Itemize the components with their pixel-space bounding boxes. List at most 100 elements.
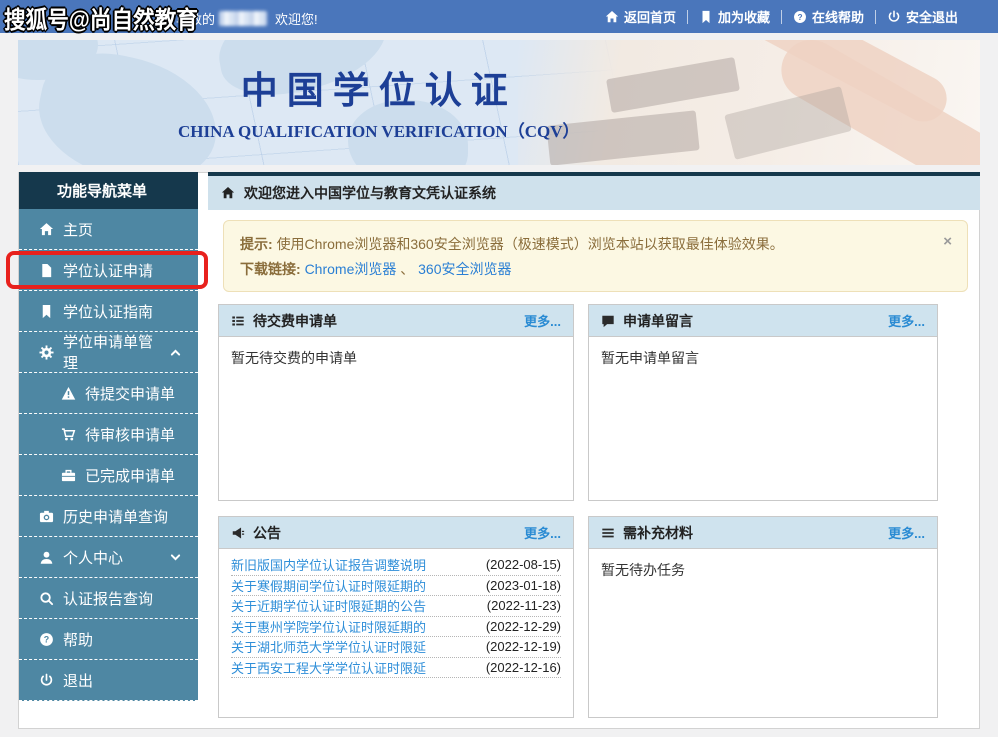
- announcement-date: (2022-11-23): [487, 598, 561, 613]
- gear-icon: [39, 345, 54, 360]
- sidebar-header: 功能导航菜单: [19, 172, 198, 209]
- more-link[interactable]: 更多...: [888, 311, 925, 330]
- chevron-down-icon: [169, 551, 182, 564]
- safe-logout-link[interactable]: 安全退出: [887, 7, 958, 26]
- site-banner: 中国学位认证 CHINA QUALIFICATION VERIFICATION（…: [18, 40, 980, 165]
- chevron-up-icon: [169, 346, 182, 359]
- 360-download-link[interactable]: 360安全浏览器: [418, 261, 511, 277]
- add-favorite-link[interactable]: 加为收藏: [699, 7, 770, 26]
- chrome-download-link[interactable]: Chrome浏览器: [305, 261, 397, 277]
- help-circle-icon: ?: [39, 632, 54, 647]
- menu-divider: [875, 10, 876, 24]
- announcement-link[interactable]: 关于西安工程大学学位认证时限延: [231, 658, 426, 677]
- panel-application-messages: 申请单留言 更多... 暂无申请单留言: [588, 304, 938, 501]
- sidebar-item-completed[interactable]: 已完成申请单: [19, 455, 198, 496]
- sidebar-item-degree-application[interactable]: 学位认证申请: [19, 250, 198, 291]
- home-icon: [39, 222, 54, 237]
- panel-pending-payment: 待交费申请单 更多... 暂无待交费的申请单: [218, 304, 574, 501]
- home-icon: [221, 186, 235, 200]
- more-link[interactable]: 更多...: [524, 311, 561, 330]
- browser-notice: 提示: 使用Chrome浏览器和360安全浏览器（极速模式）浏览本站以获取最佳体…: [223, 220, 968, 292]
- announcement-row: 关于湖北师范大学学位认证时限延 (2022-12-19): [231, 637, 561, 658]
- content-container: 功能导航菜单 主页 学位认证申请 学位认证指南 学位申请单管理 待提交申请单 待…: [18, 172, 980, 729]
- sidebar: 功能导航菜单 主页 学位认证申请 学位认证指南 学位申请单管理 待提交申请单 待…: [19, 172, 198, 701]
- announcement-date: (2022-12-19): [486, 639, 561, 654]
- site-title: 中国学位认证: [18, 60, 740, 114]
- announcement-link[interactable]: 新旧版国内学位认证报告调整说明: [231, 555, 426, 574]
- sidebar-item-logout[interactable]: 退出: [19, 660, 198, 701]
- justify-icon: [601, 526, 615, 540]
- sidebar-item-personal-center[interactable]: 个人中心: [19, 537, 198, 578]
- panel-announcements: 公告 更多... 新旧版国内学位认证报告调整说明 (2022-08-15) 关于…: [218, 516, 574, 718]
- announcement-list: 新旧版国内学位认证报告调整说明 (2022-08-15) 关于寒假期间学位认证时…: [219, 549, 573, 717]
- panel-header: 公告 更多...: [219, 517, 573, 549]
- sidebar-item-report-query[interactable]: 认证报告查询: [19, 578, 198, 619]
- announcement-row: 关于西安工程大学学位认证时限延 (2022-12-16): [231, 658, 561, 679]
- home-icon: [605, 10, 619, 24]
- sidebar-item-history-query[interactable]: 历史申请单查询: [19, 496, 198, 537]
- more-link[interactable]: 更多...: [524, 523, 561, 542]
- panel-header: 待交费申请单 更多...: [219, 305, 573, 337]
- announcement-link[interactable]: 关于惠州学院学位认证时限延期的: [231, 617, 426, 636]
- user-icon: [39, 550, 54, 565]
- notice-line1: 提示: 使用Chrome浏览器和360安全浏览器（极速模式）浏览本站以获取最佳体…: [240, 232, 951, 257]
- list-icon: [231, 314, 245, 328]
- warning-icon: [61, 386, 76, 401]
- camera-icon: [39, 509, 54, 524]
- panel-supplementary-materials: 需补充材料 更多... 暂无待办任务: [588, 516, 938, 718]
- sidebar-item-home[interactable]: 主页: [19, 209, 198, 250]
- menu-divider: [781, 10, 782, 24]
- comment-icon: [601, 314, 615, 328]
- panel-header: 需补充材料 更多...: [589, 517, 937, 549]
- menu-divider: [687, 10, 688, 24]
- announcement-date: (2023-01-18): [486, 578, 561, 593]
- announcement-date: (2022-12-16): [486, 660, 561, 675]
- more-link[interactable]: 更多...: [888, 523, 925, 542]
- cart-icon: [61, 427, 76, 442]
- dashboard-panels: 待交费申请单 更多... 暂无待交费的申请单 申请单留言 更多... 暂无申请单…: [218, 304, 970, 718]
- sohu-watermark: 搜狐号@尚自然教育: [4, 0, 198, 35]
- close-icon[interactable]: ×: [943, 229, 952, 254]
- welcome-text: 欢迎您进入中国学位与教育文凭认证系统: [244, 183, 496, 203]
- bookmark-icon: [39, 304, 54, 319]
- sidebar-item-guide[interactable]: 学位认证指南: [19, 291, 198, 332]
- announcement-row: 关于近期学位认证时限延期的公告 (2022-11-23): [231, 596, 561, 617]
- sidebar-item-help[interactable]: ? 帮助: [19, 619, 198, 660]
- panel-header: 申请单留言 更多...: [589, 305, 937, 337]
- sidebar-item-pending-review[interactable]: 待审核申请单: [19, 414, 198, 455]
- announcement-row: 新旧版国内学位认证报告调整说明 (2022-08-15): [231, 555, 561, 576]
- banner-text: 中国学位认证 CHINA QUALIFICATION VERIFICATION（…: [18, 60, 740, 142]
- megaphone-icon: [231, 526, 245, 540]
- online-help-link[interactable]: ? 在线帮助: [793, 7, 864, 26]
- power-icon: [39, 673, 54, 688]
- announcement-link[interactable]: 关于寒假期间学位认证时限延期的: [231, 576, 426, 595]
- power-icon: [887, 10, 901, 24]
- main-content: 欢迎您进入中国学位与教育文凭认证系统 提示: 使用Chrome浏览器和360安全…: [208, 172, 980, 733]
- panel-empty-text: 暂无申请单留言: [589, 337, 937, 500]
- announcement-link[interactable]: 关于近期学位认证时限延期的公告: [231, 596, 426, 615]
- briefcase-icon: [61, 468, 76, 483]
- announcement-date: (2022-08-15): [486, 557, 561, 572]
- panel-empty-text: 暂无待交费的申请单: [219, 337, 573, 500]
- greeting-suffix: 欢迎您!: [275, 9, 318, 28]
- topbar-menu: 返回首页 加为收藏 ? 在线帮助 安全退出: [605, 0, 958, 33]
- photo-graduation-cap-shape: [724, 86, 852, 160]
- redacted-username: [219, 11, 267, 26]
- welcome-bar: 欢迎您进入中国学位与教育文凭认证系统: [208, 172, 980, 210]
- sidebar-item-pending-submit[interactable]: 待提交申请单: [19, 373, 198, 414]
- announcement-row: 关于寒假期间学位认证时限延期的 (2023-01-18): [231, 576, 561, 597]
- file-icon: [39, 263, 54, 278]
- help-circle-icon: ?: [793, 10, 807, 24]
- search-icon: [39, 591, 54, 606]
- svg-text:?: ?: [797, 11, 802, 21]
- return-home-link[interactable]: 返回首页: [605, 7, 676, 26]
- sidebar-item-application-management[interactable]: 学位申请单管理: [19, 332, 198, 373]
- panel-empty-text: 暂无待办任务: [589, 549, 937, 717]
- notice-line2: 下载链接: Chrome浏览器 、 360安全浏览器: [240, 257, 951, 282]
- bookmark-icon: [699, 10, 713, 24]
- site-subtitle: CHINA QUALIFICATION VERIFICATION（CQV）: [18, 117, 740, 142]
- announcement-link[interactable]: 关于湖北师范大学学位认证时限延: [231, 637, 426, 656]
- announcement-date: (2022-12-29): [486, 619, 561, 634]
- announcement-row: 关于惠州学院学位认证时限延期的 (2022-12-29): [231, 617, 561, 638]
- svg-text:?: ?: [44, 634, 49, 644]
